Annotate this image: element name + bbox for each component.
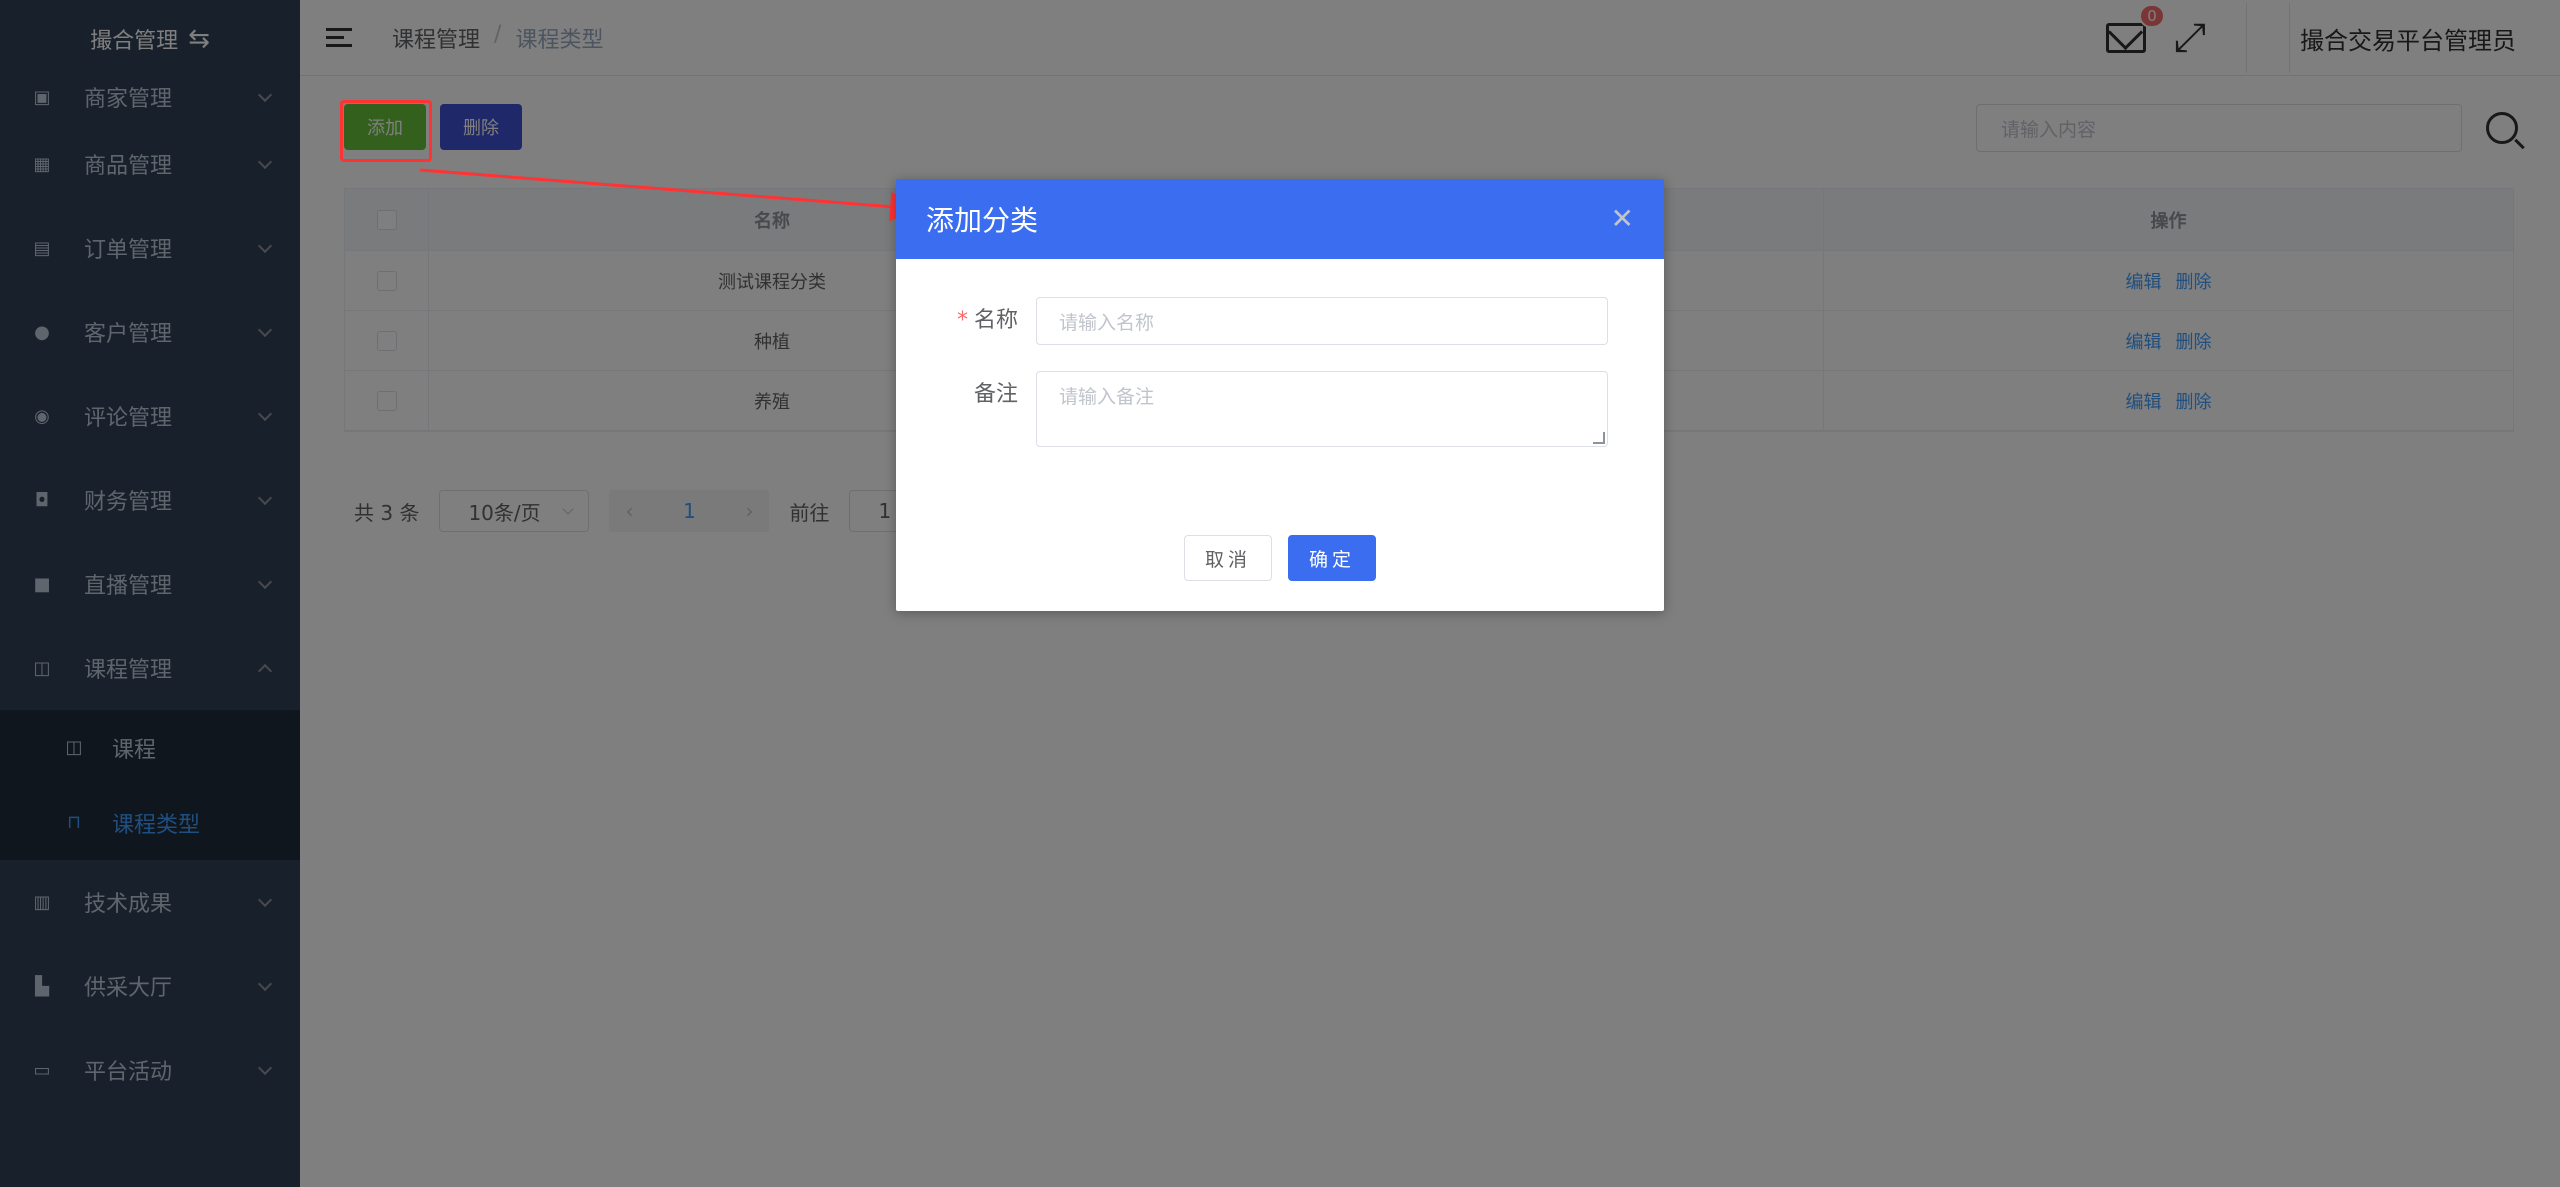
- required-marker: *: [956, 308, 968, 333]
- form-row-remark: 备注 请输入备注: [896, 371, 1608, 447]
- name-label: * 名称: [896, 297, 1036, 345]
- resize-handle-icon[interactable]: [1593, 432, 1605, 444]
- cancel-button[interactable]: 取消: [1184, 535, 1272, 581]
- name-input[interactable]: 请输入名称: [1036, 297, 1608, 345]
- dialog-title: 添加分类: [926, 204, 1039, 237]
- remark-label: 备注: [973, 382, 1018, 407]
- remark-placeholder: 请输入备注: [1059, 386, 1155, 408]
- add-button-highlight: [340, 100, 432, 162]
- remark-textarea[interactable]: 请输入备注: [1036, 371, 1608, 447]
- name-label-text: 名称: [973, 308, 1018, 333]
- close-icon[interactable]: ✕: [1611, 205, 1634, 233]
- dialog-header: 添加分类 ✕: [896, 179, 1664, 259]
- confirm-button[interactable]: 确定: [1288, 535, 1376, 581]
- form-row-name: * 名称 请输入名称: [896, 297, 1608, 345]
- add-category-dialog: 添加分类 ✕ * 名称 请输入名称 备注 请输入备注 取消 确定: [896, 179, 1664, 611]
- dialog-footer: 取消 确定: [896, 535, 1664, 581]
